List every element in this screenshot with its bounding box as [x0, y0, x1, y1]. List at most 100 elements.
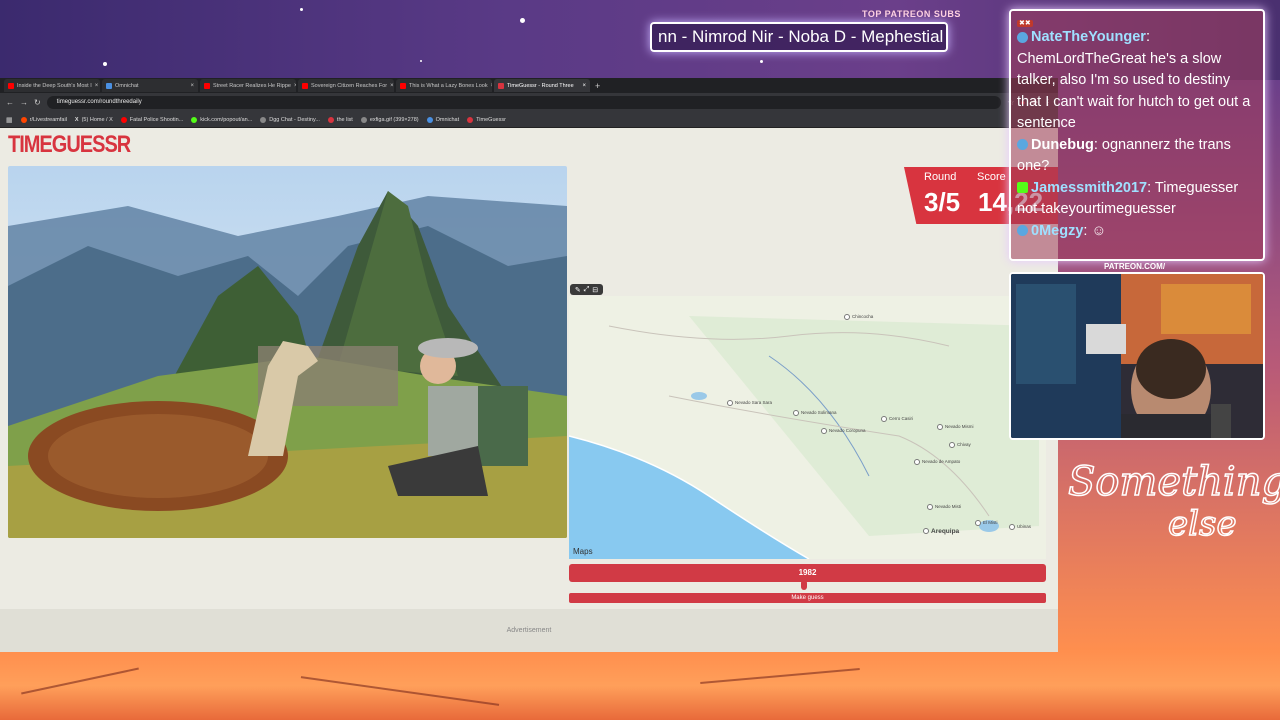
bookmark-item[interactable]: kick.com/popout/an...	[191, 116, 252, 123]
x-icon: X	[74, 116, 79, 123]
patreon-label: TOP PATREON SUBS	[862, 9, 961, 19]
year-slider-thumb[interactable]	[801, 580, 807, 590]
bookmark-item[interactable]: TimeGuessr	[467, 116, 506, 123]
svg-text:else: else	[1168, 504, 1237, 544]
map-place: Nevado Coropuna	[821, 428, 866, 434]
map-place: Cerro Casiri	[881, 416, 913, 422]
chat-username: NateTheYounger	[1031, 29, 1146, 45]
close-icon[interactable]: ×	[190, 83, 194, 89]
chat-badge-icon	[1017, 139, 1028, 151]
timeguessr-page: TIMEGUESSR Round Score 3/5 ✎ ⤢ ⊟ Chincoc…	[0, 128, 1058, 652]
emote-icon: ☺	[1091, 222, 1107, 239]
bookmark-item[interactable]: exfiga.gif (399×278)	[360, 116, 419, 123]
browser-tab[interactable]: Omnichat ×	[102, 79, 198, 92]
expand-icon[interactable]: ⤢	[584, 286, 590, 294]
youtube-icon	[302, 82, 308, 89]
patreon-ticker: nn - Nimrod Nir - Noba D - Mephestial	[650, 22, 948, 52]
browser-tab[interactable]: This is What a Lazy Bones Look×	[396, 79, 492, 92]
youtube-icon	[204, 82, 210, 89]
patreon-url: PATREON.COM/	[1104, 262, 1166, 271]
back-icon[interactable]: ←	[6, 98, 14, 107]
youtube-icon	[8, 82, 14, 89]
something-else-signature: Something else	[1058, 440, 1280, 550]
map-place-city: Arequipa	[923, 528, 959, 535]
close-icon[interactable]: ×	[95, 83, 99, 89]
globe-icon	[260, 116, 267, 123]
bookmark-item[interactable]: Dgg Chat - Destiny...	[260, 116, 320, 123]
star-decoration	[760, 60, 763, 63]
timeguessr-icon	[467, 116, 474, 123]
kick-icon	[191, 116, 198, 123]
close-icon[interactable]: ×	[491, 83, 492, 89]
map-place: Nevado Sara Sara	[727, 400, 772, 406]
map-place: Chincocha	[844, 314, 873, 320]
star-decoration	[520, 18, 525, 23]
bookmark-item[interactable]: Fatal Police Shootin...	[120, 116, 183, 123]
chat-badge-icon	[1017, 225, 1028, 237]
youtube-icon	[120, 116, 127, 123]
new-tab-button[interactable]: +	[595, 81, 600, 91]
bookmark-item[interactable]: the list	[327, 116, 353, 123]
apps-icon[interactable]: ▦	[6, 116, 13, 124]
omnichat-icon	[106, 82, 112, 89]
bookmark-item[interactable]: r/Livestreamfail	[20, 116, 67, 123]
score-label: Score	[977, 171, 1006, 183]
map-place: Nevado de Ampato	[914, 459, 960, 465]
browser-tab[interactable]: Street Racer Realizes He Rippe ×	[200, 79, 296, 92]
map-place: Chivay	[949, 442, 971, 448]
chat-logo-icon: ✖✖	[1017, 20, 1033, 27]
map-place: El Misti	[975, 520, 998, 526]
reload-icon[interactable]: ↻	[34, 98, 41, 107]
browser-tab-active[interactable]: TimeGuessr - Round Three ×	[494, 79, 590, 92]
forward-icon[interactable]: →	[20, 98, 28, 107]
bookmarks-bar: ▦ r/Livestreamfail X (5) Home / X Fatal P…	[0, 112, 1058, 128]
bookmark-item[interactable]: X (5) Home / X	[75, 117, 113, 123]
close-icon[interactable]: ×	[390, 83, 394, 89]
chat-text: ChemLordTheGreat he's a slow talker, als…	[1017, 50, 1251, 132]
tab-bar: Inside the Deep South's Most I × Omnichat…	[0, 78, 1058, 93]
chat-message: Dunebug: ognannerz the trans one?	[1017, 136, 1231, 174]
overlay-bottom-background	[0, 652, 1280, 720]
map-place: Ubinas	[1009, 524, 1031, 530]
chat-message: Jamessmith2017: Timeguesser not takeyour…	[1017, 179, 1239, 217]
chat-username: 0Megzy	[1031, 222, 1084, 239]
browser-tab[interactable]: Inside the Deep South's Most I ×	[4, 79, 100, 92]
bookmark-item[interactable]: Omnichat	[426, 116, 459, 123]
chat-badge-icon	[1017, 31, 1028, 43]
map-toolbar[interactable]: ✎ ⤢ ⊟	[570, 284, 603, 295]
star-decoration	[103, 62, 107, 66]
address-bar-row: ← → ↻ timeguessr.com/roundthreedaily ☆ ●…	[0, 93, 1058, 112]
chat-username: Dunebug	[1031, 136, 1094, 153]
chat-header: ✖✖	[1017, 13, 1257, 27]
pin-icon[interactable]: ✎	[575, 286, 581, 294]
omnichat-icon	[426, 116, 433, 123]
chat-message: 0Megzy: ☺	[1017, 221, 1257, 243]
svg-text:Something: Something	[1068, 459, 1280, 505]
guess-map[interactable]: Chincocha Nevado Sara Sara Nevado Solima…	[569, 296, 1046, 559]
round-photo[interactable]	[8, 166, 567, 538]
make-guess-button[interactable]: Make guess	[569, 593, 1046, 603]
timeguessr-logo[interactable]: TIMEGUESSR	[8, 132, 131, 160]
browser-tab[interactable]: Sovereign Citizen Reaches For ×	[298, 79, 394, 92]
star-decoration	[300, 8, 303, 11]
timeguessr-icon	[498, 82, 504, 89]
collapse-icon[interactable]: ⊟	[592, 286, 598, 294]
url-field[interactable]: timeguessr.com/roundthreedaily	[46, 96, 1002, 109]
stream-chat: ✖✖ NateTheYounger: ChemLordTheGreat he's…	[1009, 9, 1265, 261]
map-place: Nevado Misti	[927, 504, 961, 510]
kick-badge-icon	[1017, 182, 1028, 194]
close-icon[interactable]: ×	[582, 83, 586, 89]
reddit-icon	[20, 116, 27, 123]
webcam-feed	[1009, 272, 1265, 440]
youtube-icon	[400, 82, 406, 89]
close-icon[interactable]: ×	[294, 83, 296, 89]
chat-message: NateTheYounger: ChemLordTheGreat he's a …	[1017, 29, 1251, 132]
year-slider[interactable]: 1982	[569, 564, 1046, 582]
webcam-image	[1011, 274, 1263, 438]
apple-maps-logo: Maps	[573, 547, 593, 556]
map-place: Nevado Mismi	[937, 424, 974, 430]
machu-picchu-photo	[8, 166, 567, 538]
round-value: 3/5	[924, 187, 961, 217]
signature-logo: Something else	[1067, 458, 1280, 545]
chat-username: Jamessmith2017	[1031, 179, 1148, 196]
